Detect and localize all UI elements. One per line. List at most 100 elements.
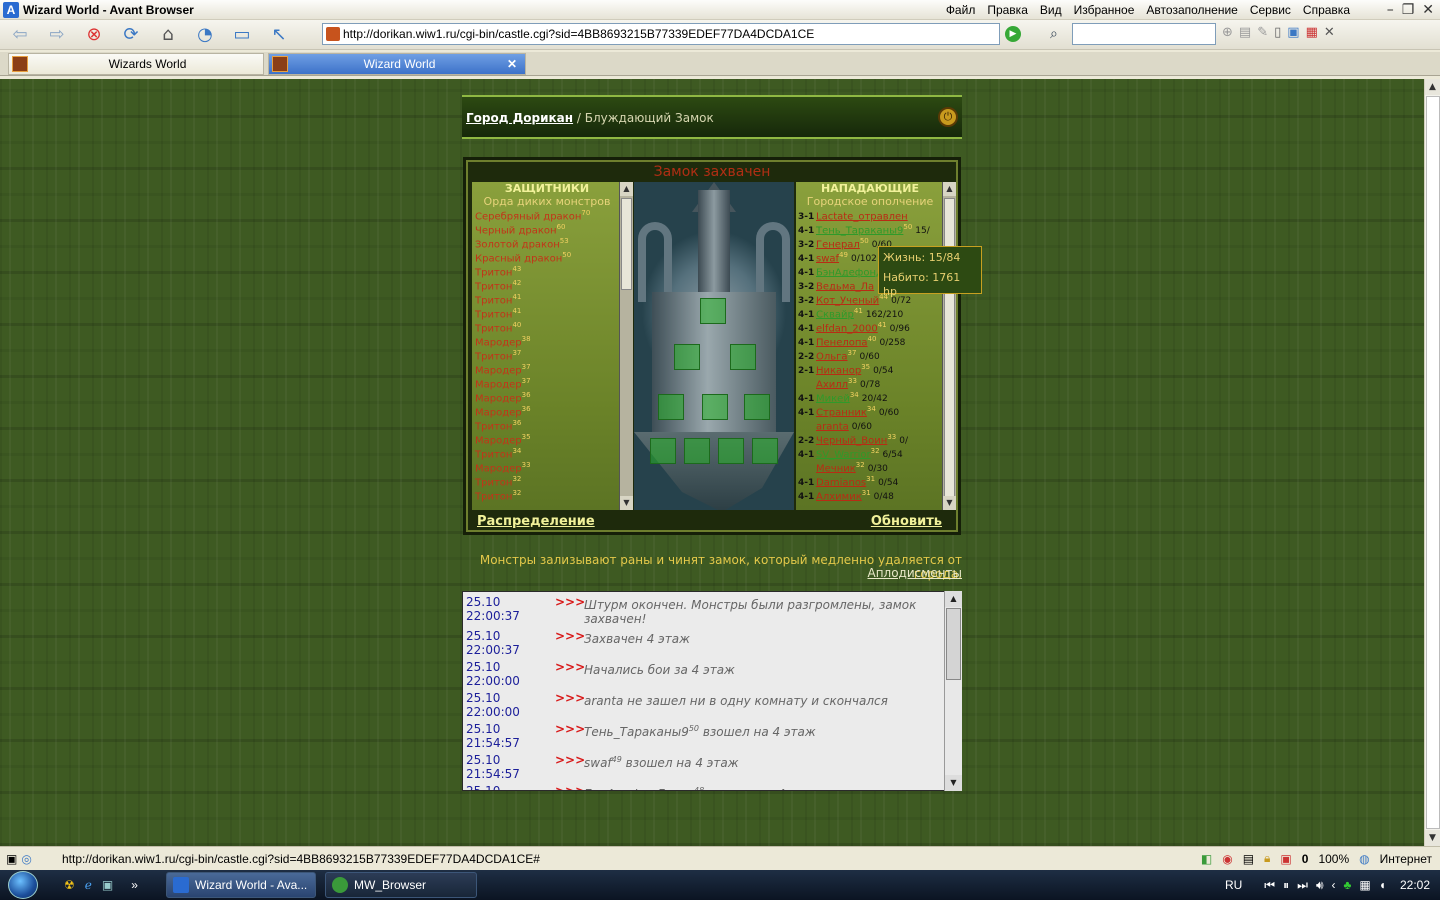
defender-row[interactable]: Черный дракон60 (472, 223, 622, 237)
clock[interactable]: 22:02 (1400, 878, 1430, 892)
attacker-name-link[interactable]: Ведьма_Ла (816, 281, 874, 292)
forward-icon[interactable]: ⇨ (43, 23, 71, 47)
history-icon[interactable]: ◔ (191, 23, 219, 47)
language-indicator[interactable]: RU (1225, 878, 1242, 892)
defender-row[interactable]: Тритон41 (472, 307, 622, 321)
page-icon[interactable]: ▯ (1274, 25, 1281, 40)
defender-row[interactable]: Тритон36 (472, 419, 622, 433)
defender-row[interactable]: Тритон40 (472, 321, 622, 335)
zoom-level[interactable]: 100% (1318, 852, 1349, 866)
taskbar-item-mw-browser[interactable]: MW_Browser (325, 872, 477, 898)
castle-room[interactable] (730, 344, 756, 370)
search-icon[interactable]: ⌕ (1050, 26, 1058, 42)
print-icon[interactable]: ▤ (1239, 25, 1251, 40)
tray-sound-icon[interactable]: ◖ (1379, 878, 1386, 892)
quicklaunch-desktop-icon[interactable]: ▣ (102, 878, 113, 892)
defender-row[interactable]: Красный дракон50 (472, 251, 622, 265)
tray-network-icon[interactable]: ▦ (1359, 878, 1370, 892)
media-play-icon[interactable]: ⏸ (1283, 878, 1289, 893)
defender-row[interactable]: Мародер37 (472, 377, 622, 391)
defender-row[interactable]: Мародер36 (472, 391, 622, 405)
defender-row[interactable]: Тритон32 (472, 475, 622, 489)
stop-icon[interactable]: ⊗ (80, 23, 108, 47)
attacker-name-link[interactable]: Сквайр (816, 309, 854, 320)
defender-row[interactable]: Мародер33 (472, 461, 622, 475)
menu-help[interactable]: Справка (1303, 3, 1350, 17)
defender-row[interactable]: Мародер37 (472, 363, 622, 377)
close-tab-icon[interactable]: ✕ (1324, 25, 1335, 40)
minimize-icon[interactable]: – (1387, 2, 1394, 18)
search-input[interactable] (1072, 23, 1216, 45)
window-icon[interactable]: ▭ (228, 23, 256, 47)
address-bar[interactable] (322, 23, 1000, 45)
menu-favorites[interactable]: Избранное (1074, 3, 1135, 17)
scroll-thumb[interactable] (1426, 96, 1440, 829)
address-input[interactable] (343, 27, 983, 41)
refresh-link[interactable]: Обновить (871, 514, 942, 529)
defender-row[interactable]: Тритон41 (472, 293, 622, 307)
attacker-name-link[interactable]: SV_Warrior (816, 449, 871, 460)
tab-wizard-world[interactable]: Wizard World ✕ (268, 53, 526, 75)
scroll-down-icon[interactable]: ▼ (1425, 830, 1440, 846)
panel-toggle-icon[interactable]: ▣ (6, 852, 17, 866)
castle-room[interactable] (752, 438, 778, 464)
media-next-icon[interactable]: ⏭ (1297, 878, 1308, 893)
scroll-thumb[interactable] (946, 608, 961, 680)
log-scrollbar[interactable]: ▲ ▼ (944, 591, 962, 791)
volume-icon[interactable]: 🔊︎ (1316, 878, 1324, 893)
defender-row[interactable]: Тритон43 (472, 265, 622, 279)
attacker-name-link[interactable]: elfdan_2000 (816, 323, 878, 334)
defender-row[interactable]: Тритон34 (472, 447, 622, 461)
scroll-down-icon[interactable]: ▼ (945, 775, 962, 791)
castle-room[interactable] (658, 394, 684, 420)
attacker-name-link[interactable]: Мечник (816, 463, 856, 474)
attacker-name-link[interactable]: Черный_Воин (816, 435, 887, 446)
page-scrollbar[interactable]: ▲ ▼ (1424, 79, 1440, 846)
download-icon[interactable]: ▤ (1243, 852, 1254, 866)
defender-row[interactable]: Золотой дракон53 (472, 237, 622, 251)
tile-icon[interactable]: ▦ (1306, 25, 1318, 40)
scroll-thumb[interactable] (621, 198, 632, 290)
scroll-down-icon[interactable]: ▼ (943, 496, 956, 510)
taskbar-item-wizard-world[interactable]: Wizard World - Ava... (166, 872, 316, 898)
close-icon[interactable]: ✕ (1422, 2, 1434, 18)
tab-close-icon[interactable]: ✕ (507, 57, 521, 71)
castle-room[interactable] (684, 438, 710, 464)
tab-wizards-world[interactable]: Wizards World (8, 53, 264, 75)
back-icon[interactable]: ⇦ (6, 23, 34, 47)
castle-room[interactable] (650, 438, 676, 464)
castle-room[interactable] (718, 438, 744, 464)
castle-room[interactable] (702, 394, 728, 420)
castle-room[interactable] (700, 298, 726, 324)
scroll-up-icon[interactable]: ▲ (943, 182, 956, 196)
attacker-name-link[interactable]: Алхимик (816, 491, 862, 502)
attacker-name-link[interactable]: Странник (816, 407, 867, 418)
menu-edit[interactable]: Правка (987, 3, 1028, 17)
breadcrumb-city-link[interactable]: Город Дорикан (466, 111, 573, 125)
defender-row[interactable]: Тритон42 (472, 279, 622, 293)
attacker-name-link[interactable]: Микей (816, 393, 850, 404)
tray-expand-icon[interactable]: ‹ (1332, 878, 1336, 892)
quicklaunch-ie-icon[interactable]: ℯ (85, 878, 92, 892)
restore-icon[interactable]: ❐ (1402, 2, 1415, 18)
layout-icon[interactable]: ▣ (1287, 25, 1299, 40)
power-exit-icon[interactable]: ⏻ (938, 107, 958, 127)
attacker-name-link[interactable]: aranta (816, 421, 849, 432)
applause-link[interactable]: Аплодисменты (820, 566, 962, 580)
attacker-name-link[interactable]: Damianos (816, 477, 866, 488)
defender-row[interactable]: Тритон37 (472, 349, 622, 363)
defenders-scrollbar[interactable]: ▲ ▼ (619, 182, 633, 510)
attacker-name-link[interactable]: Ахилл (816, 379, 848, 390)
scroll-thumb[interactable] (944, 198, 955, 498)
attacker-name-link[interactable]: Ольга (816, 351, 848, 362)
defender-row[interactable]: Тритон32 (472, 489, 622, 503)
edit-icon[interactable]: ✎ (1257, 25, 1268, 40)
home-icon[interactable]: ⌂ (154, 23, 182, 47)
zoom-icon[interactable]: ⊕ (1222, 25, 1233, 40)
attacker-name-link[interactable]: Генерал (816, 239, 860, 250)
tray-clover-icon[interactable]: ♣ (1344, 878, 1352, 892)
attacker-name-link[interactable]: Кот_Ученый (816, 295, 879, 306)
scroll-up-icon[interactable]: ▲ (620, 182, 633, 196)
start-button[interactable] (0, 870, 46, 900)
distribution-link[interactable]: Распределение (477, 514, 595, 529)
